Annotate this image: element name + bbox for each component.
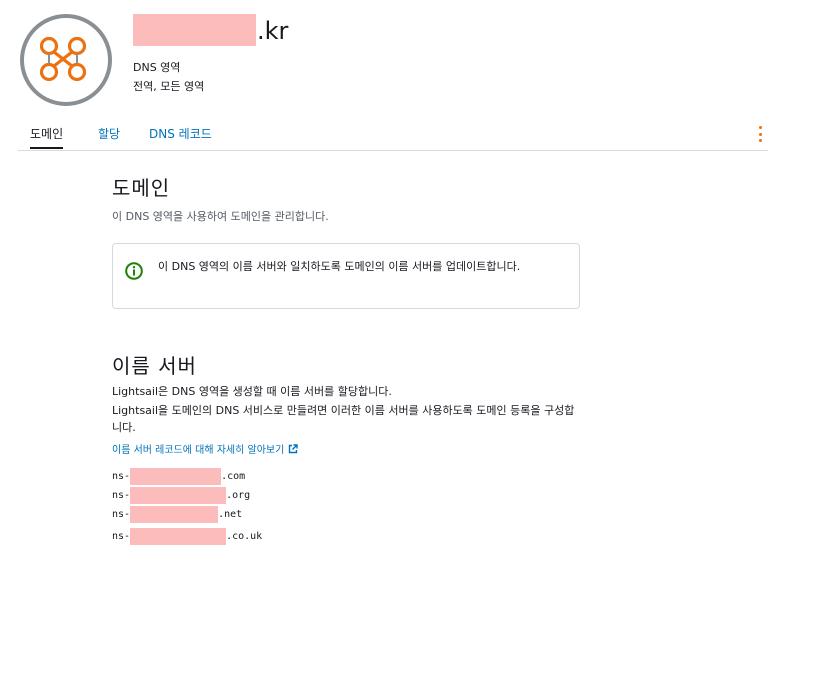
domain-name: .kr — [133, 14, 288, 46]
nameservers-description-1: Lightsail은 DNS 영역을 생성할 때 이름 서버를 할당합니다. — [112, 385, 392, 398]
nameserver-prefix: ns- — [112, 490, 131, 501]
redacted-nameserver — [130, 506, 219, 523]
nameserver-prefix: ns- — [112, 531, 131, 542]
domain-section-title: 도메인 — [112, 176, 171, 200]
nameserver-suffix: .org — [226, 490, 251, 501]
nameservers-description-2: Lightsail을 도메인의 DNS 서비스로 만들려면 이러한 이름 서버를… — [112, 404, 575, 434]
nameservers-section-title: 이름 서버 — [112, 354, 197, 378]
more-actions-icon[interactable] — [757, 126, 763, 142]
info-alert-text: 이 DNS 영역의 이름 서버와 일치하도록 도메인의 이름 서버를 업데이트합… — [158, 260, 521, 273]
zone-scope: 전역, 모든 영역 — [133, 80, 205, 93]
redacted-nameserver — [130, 468, 222, 485]
nameserver-prefix: ns- — [112, 509, 131, 520]
dns-zone-logo-icon — [19, 13, 113, 107]
nameserver-prefix: ns- — [112, 471, 131, 482]
tab-assignment[interactable]: 할당 — [98, 125, 120, 142]
tab-dns-records[interactable]: DNS 레코드 — [149, 125, 212, 142]
learn-more-link[interactable]: 이름 서버 레코드에 대해 자세히 알아보기 — [112, 441, 298, 456]
redacted-nameserver — [130, 487, 227, 504]
tab-bar: 도메인 할당 DNS 레코드 — [18, 122, 768, 151]
nameserver-item: ns- .com — [112, 468, 245, 485]
tab-domain[interactable]: 도메인 — [30, 125, 64, 149]
domain-tld: .kr — [257, 17, 289, 45]
nameserver-suffix: .net — [218, 509, 243, 520]
nameserver-item: ns- .co.uk — [112, 528, 262, 545]
redacted-domain — [133, 14, 256, 46]
nameserver-item: ns- .org — [112, 487, 250, 504]
nameserver-suffix: .com — [221, 471, 246, 482]
zone-type: DNS 영역 — [133, 61, 181, 74]
info-alert: 이 DNS 영역의 이름 서버와 일치하도록 도메인의 이름 서버를 업데이트합… — [112, 243, 580, 309]
domain-section-description: 이 DNS 영역을 사용하여 도메인을 관리합니다. — [112, 210, 329, 223]
redacted-nameserver — [130, 528, 227, 545]
external-link-icon — [289, 443, 298, 453]
learn-more-label: 이름 서버 레코드에 대해 자세히 알아보기 — [112, 445, 285, 456]
info-icon — [125, 262, 143, 280]
nameserver-item: ns- .net — [112, 506, 242, 523]
nameserver-suffix: .co.uk — [226, 531, 263, 542]
